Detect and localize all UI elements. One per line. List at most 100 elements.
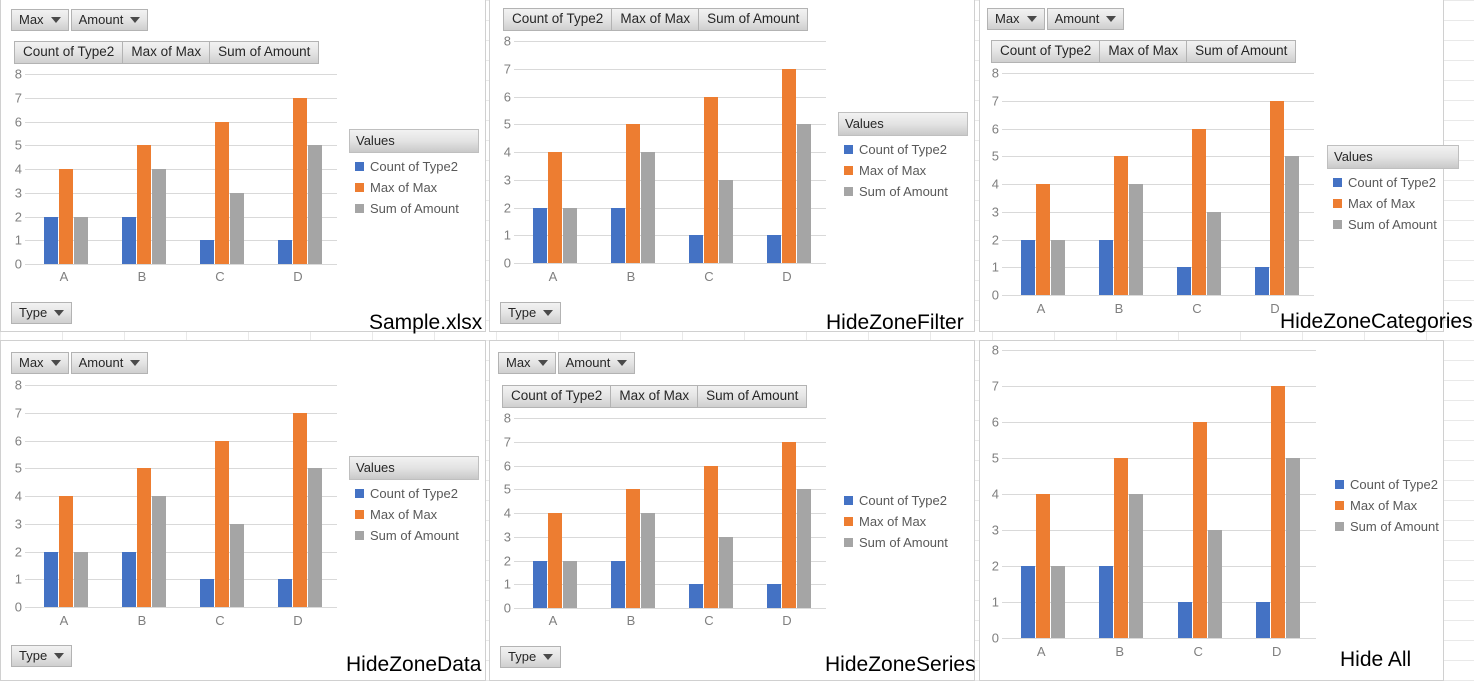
bar[interactable] (640, 513, 655, 608)
bar[interactable] (214, 440, 229, 607)
legend-item[interactable]: Sum of Amount (355, 528, 479, 543)
axis-field-button-row[interactable]: Type (11, 302, 74, 324)
axis-field-button-type[interactable]: Type (500, 302, 562, 324)
chevron-down-icon[interactable] (1106, 15, 1117, 22)
bar[interactable] (1192, 422, 1207, 638)
legend-item[interactable]: Count of Type2 (844, 142, 968, 157)
value-field-button-row[interactable]: Count of Type2 Max of Max Sum of Amount (503, 8, 809, 31)
bar[interactable] (703, 465, 718, 608)
bar[interactable] (43, 216, 58, 264)
bar[interactable] (1114, 458, 1129, 638)
report-filter-button-max[interactable]: Max (11, 9, 69, 31)
bar[interactable] (610, 560, 625, 608)
report-filter-button-max[interactable]: Max (498, 352, 556, 374)
bar[interactable] (199, 240, 214, 264)
value-field-button-sum-of-amount[interactable]: Sum of Amount (209, 41, 320, 64)
axis-field-button-type[interactable]: Type (11, 645, 73, 667)
legend-item[interactable]: Max of Max (355, 507, 479, 522)
bar[interactable] (307, 145, 322, 264)
bar[interactable] (1050, 566, 1065, 638)
bar[interactable] (796, 489, 811, 608)
bar[interactable] (1176, 267, 1191, 295)
bar[interactable] (277, 579, 292, 607)
bar[interactable] (625, 124, 640, 263)
chevron-down-icon[interactable] (617, 359, 628, 366)
value-field-button-count-of-type2[interactable]: Count of Type2 (503, 8, 612, 31)
bar[interactable] (1113, 156, 1128, 295)
legend-item[interactable]: Max of Max (1335, 498, 1459, 513)
bar[interactable] (58, 496, 73, 607)
chart-legend[interactable]: Values Count of Type2 Max of Max Sum of Am… (838, 112, 968, 205)
report-filter-button-amount[interactable]: Amount (70, 9, 149, 31)
legend-item[interactable]: Max of Max (355, 180, 479, 195)
axis-field-button-row[interactable]: Type (500, 646, 563, 668)
chart-panel-hidezoneseries[interactable]: Max Amount Count of Type2 Max of Max Sum… (489, 340, 975, 681)
report-filter-button-row[interactable]: Max Amount (11, 9, 150, 31)
bar[interactable] (1035, 494, 1050, 638)
report-filter-button-row[interactable]: Max Amount (987, 8, 1126, 30)
bar[interactable] (640, 152, 655, 263)
bar[interactable] (1254, 267, 1269, 295)
value-field-button-sum-of-amount[interactable]: Sum of Amount (1186, 40, 1297, 63)
value-field-button-max-of-max[interactable]: Max of Max (1099, 40, 1187, 63)
chart-legend[interactable]: Values Count of Type2 Max of Max Sum of Am… (349, 129, 479, 222)
bar[interactable] (121, 551, 136, 607)
bar[interactable] (1020, 239, 1035, 295)
bar[interactable] (151, 169, 166, 264)
legend-item[interactable]: Count of Type2 (844, 493, 968, 508)
legend-item[interactable]: Sum of Amount (844, 184, 968, 199)
legend-item[interactable]: Count of Type2 (1335, 477, 1459, 492)
bar[interactable] (214, 121, 229, 264)
bar[interactable] (277, 240, 292, 264)
report-filter-button-amount[interactable]: Amount (70, 352, 149, 374)
bar[interactable] (229, 192, 244, 264)
chevron-down-icon[interactable] (543, 653, 554, 660)
bar[interactable] (1050, 239, 1065, 295)
bar[interactable] (532, 560, 547, 608)
axis-field-button-row[interactable]: Type (11, 645, 74, 667)
bar[interactable] (562, 207, 577, 263)
value-field-button-max-of-max[interactable]: Max of Max (610, 385, 698, 408)
bar[interactable] (136, 468, 151, 607)
bar[interactable] (547, 152, 562, 263)
bar[interactable] (766, 584, 781, 608)
report-filter-button-row[interactable]: Max Amount (11, 352, 150, 374)
report-filter-button-row[interactable]: Max Amount (498, 352, 637, 374)
bar[interactable] (1191, 128, 1206, 295)
bar[interactable] (1286, 458, 1301, 638)
bar[interactable] (1207, 530, 1222, 638)
bar[interactable] (688, 235, 703, 263)
chart-panel-hidezonecategories[interactable]: Max Amount Count of Type2 Max of Max Sum… (979, 0, 1459, 332)
bar[interactable] (292, 412, 307, 607)
legend-item[interactable]: Sum of Amount (1335, 519, 1459, 534)
axis-field-button-type[interactable]: Type (11, 302, 73, 324)
legend-item[interactable]: Max of Max (1333, 196, 1459, 211)
legend-item[interactable]: Sum of Amount (844, 535, 968, 550)
bar[interactable] (781, 68, 796, 263)
chart-panel-hidezonedata[interactable]: Max Amount 8 7 6 5 4 3 2 1 0 A B C D Val… (0, 340, 486, 681)
value-field-button-row[interactable]: Count of Type2 Max of Max Sum of Amount (502, 385, 808, 408)
value-field-button-sum-of-amount[interactable]: Sum of Amount (698, 8, 809, 31)
chevron-down-icon[interactable] (50, 16, 61, 23)
bar[interactable] (1206, 211, 1221, 295)
chart-legend[interactable]: Count of Type2 Max of Max Sum of Amount (1329, 471, 1459, 540)
report-filter-button-max[interactable]: Max (987, 8, 1045, 30)
bar[interactable] (151, 496, 166, 607)
legend-item[interactable]: Count of Type2 (1333, 175, 1459, 190)
bar[interactable] (199, 579, 214, 607)
chevron-down-icon[interactable] (50, 359, 61, 366)
bar[interactable] (73, 551, 88, 607)
bar[interactable] (1099, 566, 1114, 638)
bar[interactable] (1020, 566, 1035, 638)
bar[interactable] (718, 179, 733, 263)
bar[interactable] (1098, 239, 1113, 295)
bar[interactable] (43, 551, 58, 607)
bar[interactable] (229, 523, 244, 607)
bar[interactable] (136, 145, 151, 264)
bar[interactable] (688, 584, 703, 608)
chart-panel-hidezonefilter[interactable]: Count of Type2 Max of Max Sum of Amount … (489, 0, 975, 332)
chart-legend[interactable]: Values Count of Type2 Max of Max Sum of Am… (1327, 145, 1459, 238)
bar[interactable] (1269, 100, 1284, 295)
report-filter-button-max[interactable]: Max (11, 352, 69, 374)
value-field-button-max-of-max[interactable]: Max of Max (611, 8, 699, 31)
